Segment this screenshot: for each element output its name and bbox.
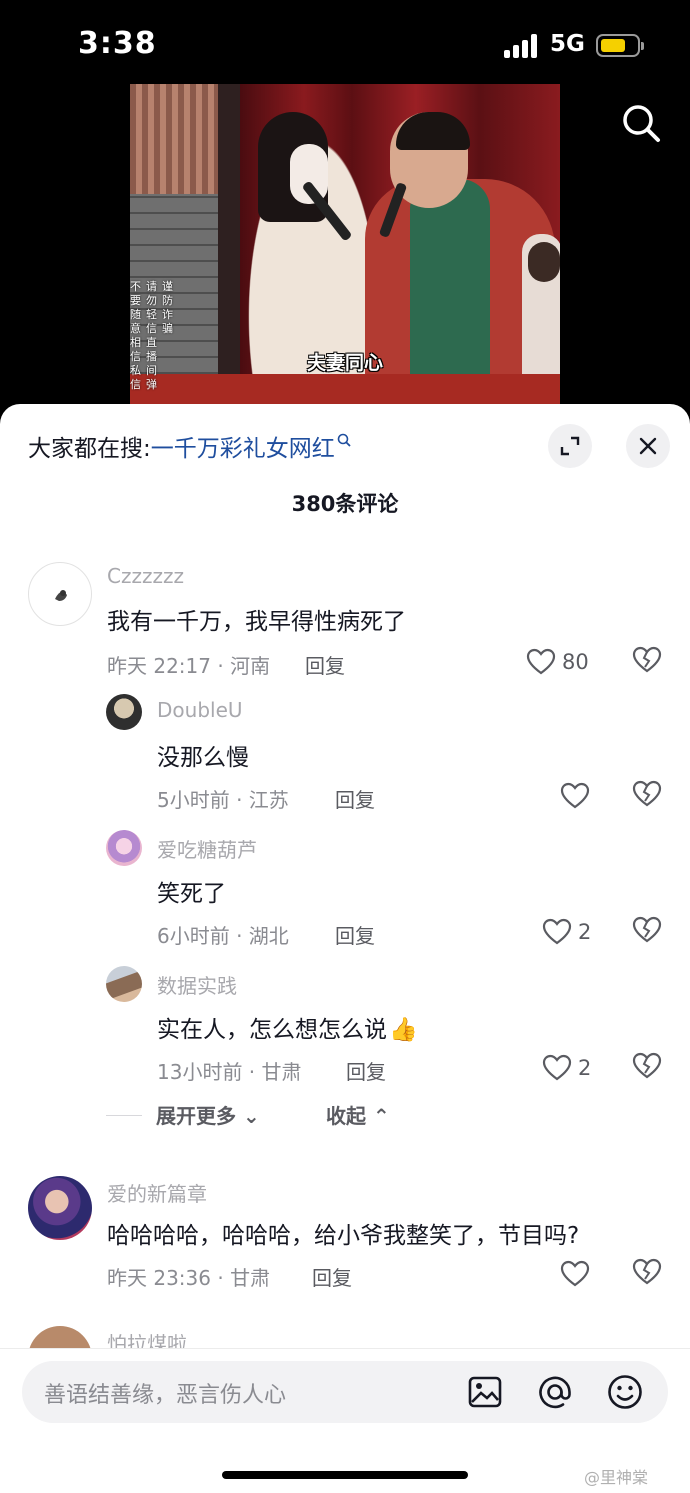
heart-icon (542, 918, 572, 945)
avatar[interactable] (106, 966, 142, 1002)
avatar[interactable] (106, 694, 142, 730)
collapse-button[interactable]: 收起 ⌃ (326, 1100, 390, 1129)
dislike-button[interactable] (632, 1052, 664, 1084)
expand-icon (560, 436, 580, 456)
search-icon[interactable] (620, 102, 662, 144)
video-player[interactable]: 不要随意相信私信 请勿轻信直播间弹 谨防诈骗 夫妻同心 (130, 84, 560, 404)
like-button[interactable] (560, 780, 590, 812)
close-button[interactable] (626, 424, 670, 468)
comment-input-placeholder: 善语结善缘，恶言伤人心 (44, 1383, 287, 1408)
like-button[interactable] (560, 1258, 590, 1290)
chevron-up-icon: ⌃ (366, 1104, 390, 1128)
trend-term-link[interactable]: 一千万彩礼女网红 (151, 429, 335, 463)
dislike-button[interactable] (632, 916, 664, 948)
broken-heart-icon (632, 1258, 662, 1285)
reply-item: 数据实践 实在人，怎么想怎么说👍 13小时前 · 甘肃 回复 2 (0, 966, 690, 1086)
expand-button[interactable] (548, 424, 592, 468)
like-button[interactable]: 2 (542, 1052, 591, 1084)
like-count: 2 (578, 1056, 592, 1080)
comment-sheet: 大家都在搜: 一千万彩礼女网红 380条评论 Czzzzzz 我有一千万，我早得… (0, 404, 690, 1493)
status-bar: 3:38 5G (0, 0, 690, 84)
expand-more-button[interactable]: 展开更多 ⌄ (156, 1100, 260, 1129)
status-time: 3:38 (78, 26, 157, 61)
broken-heart-icon (632, 1052, 662, 1079)
comment-username[interactable]: Czzzzzz (107, 564, 184, 588)
comment-username[interactable]: 爱吃糖葫芦 (157, 834, 257, 863)
anti-fraud-warning: 不要随意相信私信 请勿轻信直播间弹 谨防诈骗 (130, 280, 173, 391)
reply-item: DoubleU 没那么慢 5小时前 · 江苏 回复 (0, 694, 690, 814)
like-count: 2 (578, 920, 592, 944)
dislike-button[interactable] (632, 780, 664, 812)
reply-item: 爱吃糖葫芦 笑死了 6小时前 · 湖北 回复 2 (0, 830, 690, 950)
dislike-button[interactable] (632, 1258, 664, 1290)
at-icon[interactable] (536, 1373, 574, 1411)
reply-button[interactable]: 回复 (312, 1262, 352, 1291)
reply-button[interactable]: 回复 (335, 920, 375, 949)
comment-meta: 昨天 22:17 · 河南 (107, 654, 271, 678)
comment-meta: 6小时前 · 湖北 (157, 924, 289, 948)
trending-search[interactable]: 大家都在搜: 一千万彩礼女网红 (28, 428, 351, 464)
reply-button[interactable]: 回复 (305, 650, 345, 679)
comment-meta: 昨天 23:36 · 甘肃 (107, 1266, 271, 1290)
comment-item: Czzzzzz 我有一千万，我早得性病死了 昨天 22:17 · 河南 回复 8… (0, 558, 690, 678)
network-type: 5G (550, 31, 585, 57)
video-subtitle: 夫妻同心 (306, 352, 383, 374)
comment-username[interactable]: DoubleU (157, 698, 243, 722)
comment-text: 没那么慢 (157, 745, 249, 771)
dislike-button[interactable] (632, 646, 664, 678)
heart-icon (560, 1260, 590, 1287)
chevron-down-icon: ⌄ (236, 1104, 260, 1128)
comment-input[interactable]: 善语结善缘，恶言伤人心 (22, 1361, 668, 1423)
thread-controls: 展开更多 ⌄ 收起 ⌃ (106, 1100, 506, 1130)
heart-icon (526, 648, 556, 675)
comment-text: 我有一千万，我早得性病死了 (107, 609, 406, 635)
watermark: @里神棠 (584, 1468, 649, 1487)
trend-prefix: 大家都在搜: (28, 436, 151, 462)
heart-icon (542, 1054, 572, 1081)
signal-icon (504, 34, 540, 58)
reply-button[interactable]: 回复 (346, 1056, 386, 1085)
avatar[interactable] (28, 562, 92, 626)
comment-username[interactable]: 爱的新篇章 (107, 1178, 207, 1207)
comment-text: 实在人，怎么想怎么说👍 (157, 1017, 418, 1043)
battery-icon (596, 34, 644, 57)
avatar[interactable] (106, 830, 142, 866)
home-indicator[interactable] (222, 1471, 468, 1479)
broken-heart-icon (632, 780, 662, 807)
like-button[interactable]: 80 (526, 646, 589, 678)
thumbs-up-emoji: 👍 (389, 1017, 418, 1043)
comment-meta: 13小时前 · 甘肃 (157, 1060, 302, 1084)
comment-username[interactable]: 数据实践 (157, 970, 237, 999)
avatar[interactable] (28, 1176, 92, 1240)
heart-icon (560, 782, 590, 809)
comment-text: 哈哈哈哈，哈哈哈，给小爷我整笑了，节目吗? (107, 1223, 580, 1249)
comment-meta: 5小时前 · 江苏 (157, 788, 289, 812)
like-count: 80 (562, 650, 589, 674)
comment-text: 笑死了 (157, 881, 226, 907)
search-icon (337, 427, 351, 453)
comment-count: 380条评论 (291, 492, 399, 516)
smiley-icon[interactable] (606, 1373, 644, 1411)
comment-item: 爱的新篇章 哈哈哈哈，哈哈哈，给小爷我整笑了，节目吗? 昨天 23:36 · 甘… (0, 1176, 690, 1296)
broken-heart-icon (632, 646, 662, 673)
image-icon[interactable] (466, 1373, 504, 1411)
broken-heart-icon (632, 916, 662, 943)
like-button[interactable]: 2 (542, 916, 591, 948)
comment-input-bar: 善语结善缘，恶言伤人心 @里神棠 (0, 1348, 690, 1493)
close-icon (639, 437, 657, 455)
reply-button[interactable]: 回复 (335, 784, 375, 813)
